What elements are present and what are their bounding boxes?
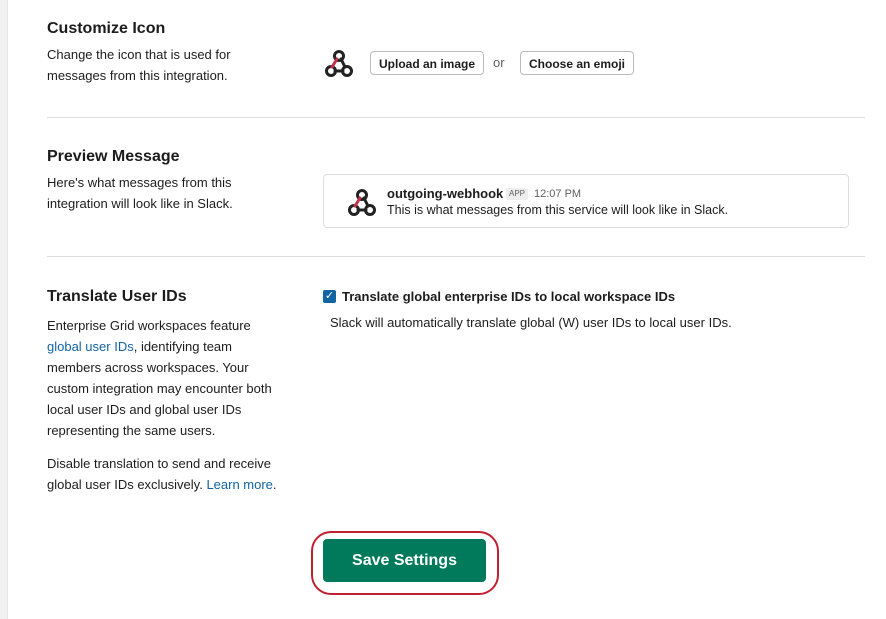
- customize-icon-desc-line1: Change the icon that is used for: [47, 47, 231, 62]
- app-badge: APP: [506, 188, 529, 200]
- translate-desc-line6: representing the same users.: [47, 423, 216, 438]
- divider: [47, 256, 865, 257]
- webhook-icon: [324, 49, 354, 84]
- learn-more-link[interactable]: Learn more: [206, 477, 272, 492]
- customize-icon-description: Change the icon that is used for message…: [47, 44, 231, 86]
- translate-ids-checkbox-label[interactable]: Translate global enterprise IDs to local…: [342, 289, 675, 304]
- left-border: [0, 0, 8, 619]
- translate-ids-description: Enterprise Grid workspaces feature globa…: [47, 315, 307, 441]
- translate-desc-line3: members across workspaces. Your: [47, 360, 249, 375]
- translate-ids-help-text: Slack will automatically translate globa…: [330, 315, 732, 330]
- translate-desc-line2: , identifying team: [133, 339, 232, 354]
- choose-emoji-button[interactable]: Choose an emoji: [520, 51, 635, 75]
- save-settings-button[interactable]: Save Settings: [323, 539, 486, 582]
- translate-desc2-line1: Disable translation to send and receive: [47, 456, 272, 471]
- divider: [47, 117, 865, 118]
- translate-ids-title: Translate User IDs: [47, 288, 187, 305]
- translate-desc-line4: custom integration may encounter both: [47, 381, 272, 396]
- upload-image-button[interactable]: Upload an image: [370, 51, 485, 75]
- translate-desc-line5: local user IDs and global user IDs: [47, 402, 242, 417]
- preview-message-text: This is what messages from this service …: [387, 203, 729, 217]
- preview-message-title: Preview Message: [47, 148, 180, 165]
- preview-desc-line1: Here's what messages from this: [47, 175, 232, 190]
- message-preview: outgoing-webhook APP 12:07 PM This is wh…: [323, 174, 849, 228]
- translate-ids-checkbox[interactable]: ✓: [323, 290, 336, 303]
- customize-icon-title: Customize Icon: [47, 20, 166, 37]
- translate-ids-description-2: Disable translation to send and receive …: [47, 453, 307, 495]
- customize-icon-desc-line2: messages from this integration.: [47, 68, 228, 83]
- translate-ids-section: Translate User IDs Enterprise Grid works…: [47, 288, 307, 495]
- webhook-icon: [346, 188, 378, 223]
- preview-bot-name: outgoing-webhook: [387, 186, 504, 201]
- preview-timestamp: 12:07 PM: [534, 188, 582, 200]
- translate-desc-line1: Enterprise Grid workspaces feature: [47, 318, 251, 333]
- preview-message-section: Preview Message Here's what messages fro…: [47, 148, 233, 214]
- preview-message-description: Here's what messages from this integrati…: [47, 172, 233, 214]
- customize-icon-section: Customize Icon Change the icon that is u…: [47, 20, 231, 86]
- learn-more-suffix: .: [272, 477, 277, 492]
- global-user-ids-link[interactable]: global user IDs: [47, 339, 134, 354]
- translate-desc2-line2: global user IDs exclusively.: [47, 477, 207, 492]
- or-label: or: [493, 55, 505, 70]
- preview-desc-line2: integration will look like in Slack.: [47, 196, 233, 211]
